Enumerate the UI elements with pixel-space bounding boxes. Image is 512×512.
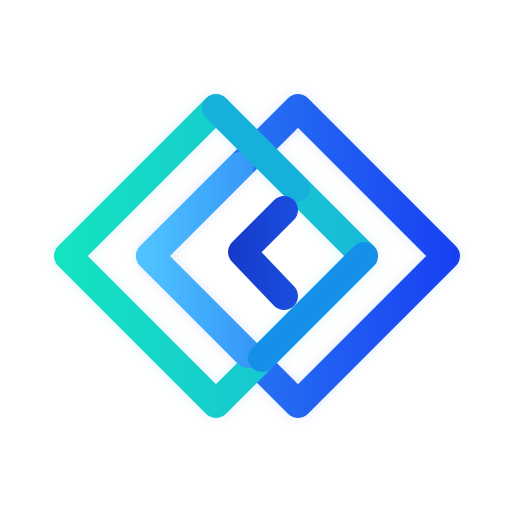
app-icon-canvas xyxy=(0,0,512,512)
right-diamond-shape xyxy=(136,94,460,418)
interlocking-diamonds-logo-icon xyxy=(54,94,460,418)
core-diamond-shape xyxy=(228,196,298,310)
